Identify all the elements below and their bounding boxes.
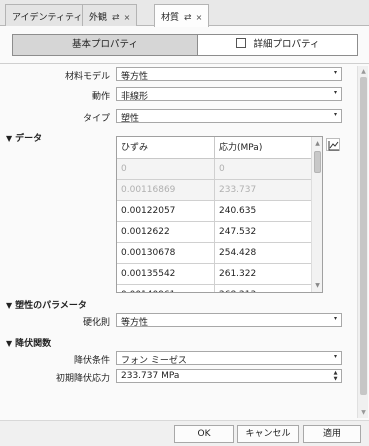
chart-icon[interactable]	[326, 138, 340, 151]
table-row[interactable]: 0.00122057 240.635	[117, 201, 311, 222]
hardening-label: 硬化則	[82, 318, 110, 328]
strain-cell[interactable]: 0.00116869	[117, 180, 215, 201]
table-scrollbar[interactable]: ▲ ▼	[311, 137, 322, 292]
strain-cell[interactable]: 0.0012622	[117, 222, 215, 243]
collapse-triangle-icon: ▼	[6, 134, 13, 143]
material-model-label: 材料モデル	[64, 72, 110, 82]
tab-identity-label: アイデンティティ	[12, 13, 83, 23]
cancel-button[interactable]: キャンセル	[237, 425, 299, 443]
column-header-strain[interactable]: ひずみ	[117, 137, 215, 159]
initial-yield-stress-input[interactable]: 233.737 MPa ▲ ▼	[116, 369, 342, 383]
material-model-dropdown[interactable]: 等方性 ▾	[116, 67, 342, 82]
property-mode-toggle: 基本プロパティ 詳細プロパティ	[12, 34, 358, 56]
basic-properties-label: 基本プロパティ	[72, 39, 138, 50]
tab-appearance[interactable]: 外観 ⇄ ×	[82, 4, 138, 27]
stress-cell[interactable]: 0	[215, 159, 311, 180]
close-icon[interactable]: ×	[124, 13, 131, 22]
behavior-dropdown[interactable]: 非線形 ▾	[116, 87, 342, 102]
plastic-section-title: 塑性のパラメータ	[15, 301, 87, 311]
strain-cell[interactable]: 0.00122057	[117, 201, 215, 222]
strain-cell[interactable]: 0.00140961	[117, 285, 215, 292]
yield-criterion-dropdown[interactable]: フォン ミーゼス ▾	[116, 351, 342, 366]
tab-material[interactable]: 材質 ⇄ ×	[154, 4, 210, 27]
scroll-down-icon[interactable]: ▼	[359, 408, 368, 417]
collapse-triangle-icon: ▼	[6, 301, 13, 310]
panel-scrollbar[interactable]: ▲ ▼	[357, 66, 368, 418]
checkbox-icon	[235, 38, 246, 48]
material-model-value: 等方性	[121, 72, 149, 82]
basic-properties-button[interactable]: 基本プロパティ	[13, 35, 198, 55]
hardening-value: 等方性	[121, 318, 149, 328]
close-icon[interactable]: ×	[196, 13, 203, 22]
table-row[interactable]: 0.00135542 261.322	[117, 264, 311, 285]
detail-properties-label: 詳細プロパティ	[253, 39, 320, 50]
plastic-section-header[interactable]: ▼ 塑性のパラメータ	[6, 298, 87, 311]
strain-cell[interactable]: 0	[117, 159, 215, 180]
chevron-down-icon: ▾	[333, 111, 337, 118]
properties-scroll-area: 材料モデル 等方性 ▾ 動作 非線形 ▾ タイプ 塑性 ▾ ▼データ ひずみ	[0, 66, 356, 418]
hardening-dropdown[interactable]: 等方性 ▾	[116, 313, 342, 328]
data-section-header[interactable]: ▼ データ	[6, 131, 42, 144]
tab-material-label: 材質	[161, 13, 180, 23]
type-value: 塑性	[121, 114, 140, 124]
dialog-footer: OK キャンセル 適用	[0, 420, 369, 446]
table-row[interactable]: 0.00140961 268.213	[117, 285, 311, 292]
column-header-stress[interactable]: 応力(MPa)	[215, 137, 311, 159]
yield-criterion-label: 降伏条件	[73, 356, 110, 366]
data-section-title: データ	[15, 134, 43, 144]
strain-cell[interactable]: 0.00130678	[117, 243, 215, 264]
stress-cell[interactable]: 254.428	[215, 243, 311, 264]
stress-cell[interactable]: 240.635	[215, 201, 311, 222]
apply-button[interactable]: 適用	[303, 425, 361, 443]
stress-strain-table: ひずみ 応力(MPa) 0 0 0.00116869 233.737 0.001…	[116, 136, 323, 293]
table-row[interactable]: 0.00116869 233.737	[117, 180, 311, 201]
chevron-down-icon: ▾	[333, 89, 337, 96]
tab-bar: アイデンティティ 外観 ⇄ × 材質 ⇄ ×	[0, 0, 369, 27]
behavior-label: 動作	[91, 92, 110, 102]
scroll-thumb[interactable]	[360, 77, 367, 395]
tab-appearance-label: 外観	[89, 13, 108, 23]
stress-cell[interactable]: 268.213	[215, 285, 311, 292]
scroll-up-icon[interactable]: ▲	[359, 67, 368, 76]
link-icon: ⇄	[112, 13, 120, 23]
initial-yield-stress-label: 初期降伏応力	[55, 374, 110, 384]
chevron-down-icon: ▾	[333, 69, 337, 76]
ok-button[interactable]: OK	[174, 425, 234, 443]
table-row[interactable]: 0.00130678 254.428	[117, 243, 311, 264]
scroll-down-icon[interactable]: ▼	[313, 281, 322, 290]
divider	[0, 63, 369, 64]
scroll-up-icon[interactable]: ▲	[313, 139, 322, 148]
link-icon: ⇄	[184, 13, 192, 23]
scroll-thumb[interactable]	[314, 151, 321, 173]
initial-yield-stress-value: 233.737 MPa	[121, 371, 180, 381]
yield-criterion-value: フォン ミーゼス	[121, 356, 187, 366]
detail-properties-button[interactable]: 詳細プロパティ	[198, 35, 357, 55]
stress-cell[interactable]: 233.737	[215, 180, 311, 201]
stress-cell[interactable]: 247.532	[215, 222, 311, 243]
collapse-triangle-icon: ▼	[6, 339, 13, 348]
table-row[interactable]: 0 0	[117, 159, 311, 180]
stress-cell[interactable]: 261.322	[215, 264, 311, 285]
strain-cell[interactable]: 0.00135542	[117, 264, 215, 285]
table-row[interactable]: 0.0012622 247.532	[117, 222, 311, 243]
chevron-down-icon: ▾	[333, 353, 337, 360]
yield-section-title: 降伏関数	[15, 339, 52, 349]
yield-section-header[interactable]: ▼ 降伏関数	[6, 336, 51, 349]
spin-down-icon[interactable]: ▼	[331, 376, 340, 382]
tab-identity[interactable]: アイデンティティ	[5, 4, 90, 27]
type-label: タイプ	[82, 114, 110, 124]
chevron-down-icon: ▾	[333, 315, 337, 322]
behavior-value: 非線形	[121, 92, 149, 102]
type-dropdown[interactable]: 塑性 ▾	[116, 109, 342, 124]
spinner-arrows[interactable]: ▲ ▼	[331, 370, 340, 382]
material-panel: 基本プロパティ 詳細プロパティ 材料モデル 等方性 ▾ 動作 非線形 ▾ タイプ…	[0, 26, 369, 420]
